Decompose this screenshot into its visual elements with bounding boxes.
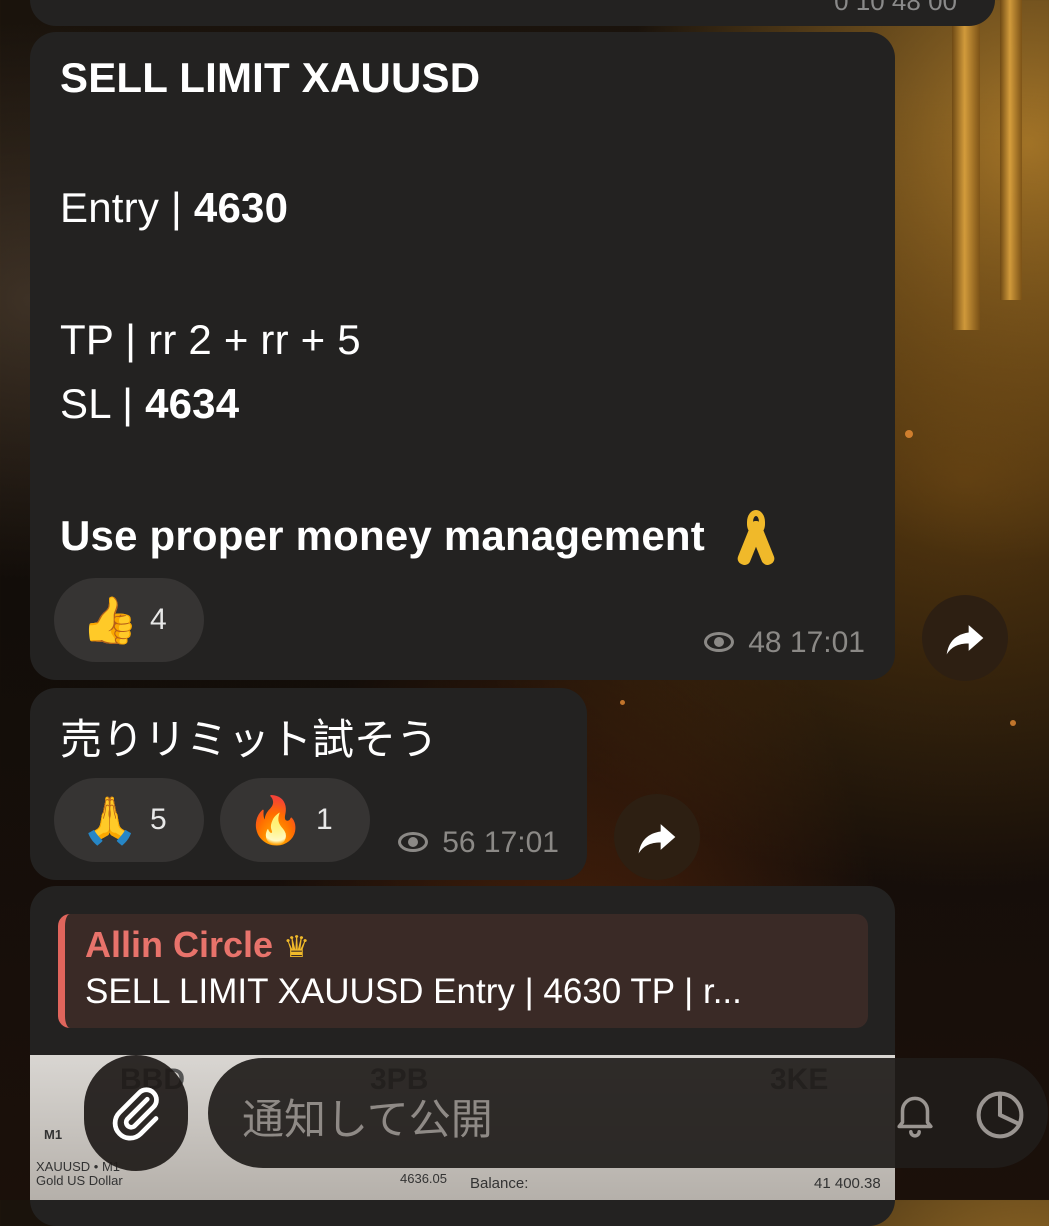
thumbs-up-icon: 👍 (81, 592, 139, 647)
fire-icon: 🔥 (247, 792, 305, 847)
background-glow (620, 700, 625, 705)
signal-entry: Entry | 4630 (60, 184, 289, 231)
preview-balance-value: 41 400.38 (814, 1175, 881, 1192)
signal-message-bubble[interactable]: SELL LIMIT XAUUSD Entry | 4630 TP | rr 2… (30, 32, 895, 680)
timer-icon[interactable] (973, 1088, 1027, 1142)
signal-sl: SL | 4634 (60, 380, 240, 427)
preview-price: 4636.05 (400, 1171, 447, 1186)
message-meta: 56 17:01 (398, 826, 559, 860)
reaction-count: 4 (150, 603, 167, 636)
share-button[interactable] (922, 595, 1008, 681)
reaction-fire[interactable]: 🔥 1 (220, 778, 370, 862)
signal-tp: TP | rr 2 + rr + 5 (60, 316, 361, 363)
ribbon-icon (739, 510, 773, 568)
message-input-bar[interactable]: 通知して公開 (208, 1058, 1048, 1168)
reply-message-bubble[interactable]: 売りリミット試そう 🙏 5 🔥 1 56 17:01 (30, 688, 587, 880)
bell-icon[interactable] (890, 1088, 940, 1140)
reaction-count: 1 (316, 803, 333, 836)
share-arrow-icon (946, 625, 984, 655)
message-input-placeholder[interactable]: 通知して公開 (242, 1086, 493, 1147)
preview-balance-label: Balance: (470, 1175, 529, 1192)
background-glow (1010, 720, 1016, 726)
preview-symbol-desc: Gold US Dollar (36, 1173, 123, 1188)
attach-button[interactable] (84, 1055, 188, 1171)
reply-author: Allin Circle ♛ (85, 924, 310, 965)
signal-title: SELL LIMIT XAUUSD (60, 54, 481, 101)
background-glow (905, 430, 913, 438)
background-pillar (952, 0, 980, 330)
background-pillar (1000, 0, 1022, 300)
share-arrow-icon (638, 824, 676, 854)
preview-tf: M1 (44, 1127, 63, 1142)
message-time: 17:01 (483, 826, 559, 859)
message-meta: 48 17:01 (704, 626, 865, 660)
previous-message-time: 0 10 48 00 (834, 0, 957, 16)
view-count: 56 (442, 826, 476, 859)
pray-icon: 🙏 (81, 792, 139, 847)
reply-quote-text: SELL LIMIT XAUUSD Entry | 4630 TP | r... (85, 972, 742, 1011)
reaction-count: 5 (150, 803, 167, 836)
reply-quote-block[interactable]: Allin Circle ♛ SELL LIMIT XAUUSD Entry | … (58, 914, 868, 1028)
previous-message-bubble: 0 10 48 00 (30, 0, 995, 26)
share-button[interactable] (614, 794, 700, 880)
paperclip-icon (112, 1087, 159, 1141)
reaction-pray[interactable]: 🙏 5 (54, 778, 204, 862)
crown-icon: ♛ (283, 931, 310, 964)
signal-advice: Use proper money management (60, 510, 773, 568)
reaction-thumbs-up[interactable]: 👍 4 (54, 578, 204, 662)
view-count: 48 (748, 626, 782, 659)
eye-icon (398, 832, 432, 854)
message-time: 17:01 (789, 626, 865, 659)
message-text: 売りリミット試そう (60, 715, 439, 764)
eye-icon (704, 632, 738, 654)
